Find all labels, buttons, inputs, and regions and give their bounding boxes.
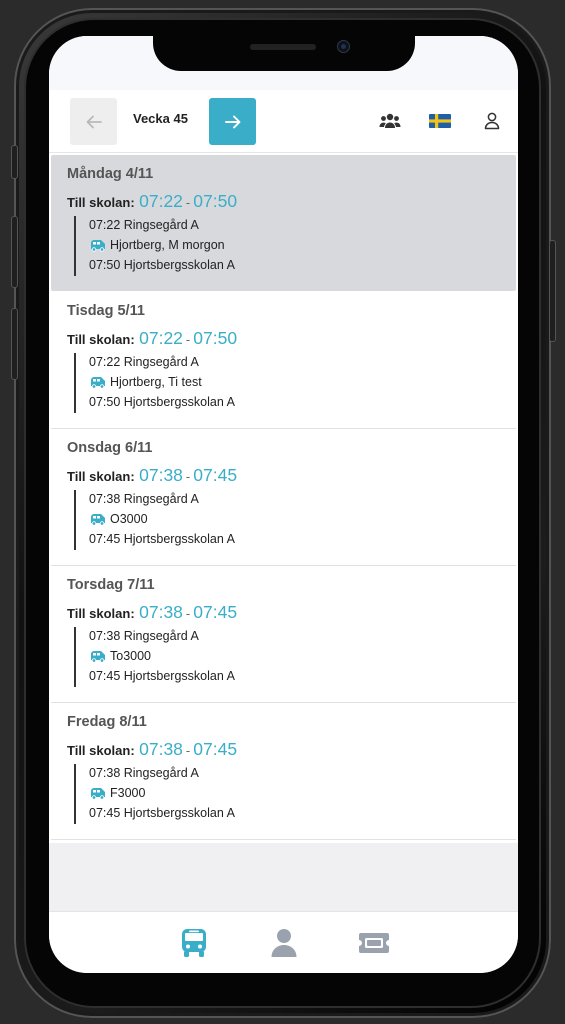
departure-stop: 07:22 Ringsegård A — [89, 355, 199, 369]
time-separator: - — [185, 606, 191, 621]
trip-list: Måndag 4/11 Till skolan: 07:22-07:50 07:22… — [49, 153, 518, 843]
week-header: Vecka 45 — [49, 90, 518, 153]
trip-end-time: 07:45 — [193, 602, 238, 622]
trip-start-time: 07:22 — [139, 191, 183, 211]
time-separator: - — [185, 743, 191, 758]
trip-end-time: 07:45 — [193, 739, 238, 759]
trip-direction-label: Till skolan: — [67, 195, 135, 210]
earpiece-speaker — [250, 44, 316, 50]
previous-week-button[interactable] — [70, 98, 117, 145]
day-card[interactable]: Tisdag 5/11 Till skolan: 07:22-07:50 07:22… — [51, 292, 516, 428]
day-title: Onsdag 6/11 — [67, 440, 153, 456]
mute-switch — [11, 145, 18, 179]
trip-summary: Till skolan: 07:22-07:50 — [67, 328, 237, 349]
route-timeline-line — [74, 216, 76, 276]
ticket-icon — [359, 933, 389, 953]
arrow-right-icon — [224, 115, 240, 128]
arrival-stop: 07:50 Hjortsbergsskolan A — [89, 395, 235, 409]
user-icon — [484, 112, 500, 130]
tab-tickets[interactable] — [357, 927, 391, 959]
trip-end-time: 07:50 — [193, 191, 238, 211]
trip-summary: Till skolan: 07:22-07:50 — [67, 191, 237, 212]
trip-end-time: 07:50 — [193, 328, 238, 348]
trip-direction-label: Till skolan: — [67, 743, 135, 758]
day-title: Måndag 4/11 — [67, 166, 154, 182]
day-divider — [51, 839, 516, 840]
week-label: Vecka 45 — [133, 111, 188, 126]
next-week-button[interactable] — [209, 98, 256, 145]
language-button[interactable] — [428, 110, 452, 132]
tab-bar — [49, 911, 518, 973]
arrival-stop: 07:45 Hjortsbergsskolan A — [89, 806, 235, 820]
route-timeline-line — [74, 490, 76, 550]
trip-start-time: 07:38 — [139, 739, 183, 759]
bus-small-icon — [91, 787, 105, 800]
bus-line-name: Hjortberg, M morgon — [110, 238, 225, 252]
bus-small-icon — [91, 376, 105, 389]
trip-start-time: 07:38 — [139, 602, 183, 622]
bus-line: Hjortberg, M morgon — [89, 238, 225, 252]
trip-summary: Till skolan: 07:38-07:45 — [67, 602, 237, 623]
bus-small-icon — [91, 650, 105, 663]
route-timeline-line — [74, 764, 76, 824]
profile-button[interactable] — [480, 110, 504, 132]
tab-trips[interactable] — [177, 927, 211, 959]
departure-stop: 07:38 Ringsegård A — [89, 766, 199, 780]
day-title: Torsdag 7/11 — [67, 577, 155, 593]
trip-start-time: 07:38 — [139, 465, 183, 485]
volume-down-button — [11, 308, 18, 380]
day-card[interactable]: Torsdag 7/11 Till skolan: 07:38-07:45 07:3… — [51, 566, 516, 702]
bus-line: O3000 — [89, 512, 148, 526]
departure-stop: 07:38 Ringsegård A — [89, 629, 199, 643]
day-card[interactable]: Fredag 8/11 Till skolan: 07:38-07:45 07:38… — [51, 703, 516, 839]
list-bottom-area — [49, 843, 518, 911]
bus-line-name: O3000 — [110, 512, 148, 526]
trip-summary: Till skolan: 07:38-07:45 — [67, 739, 237, 760]
day-card[interactable]: Onsdag 6/11 Till skolan: 07:38-07:45 07:38… — [51, 429, 516, 565]
arrival-stop: 07:50 Hjortsbergsskolan A — [89, 258, 235, 272]
route-timeline-line — [74, 627, 76, 687]
trip-direction-label: Till skolan: — [67, 469, 135, 484]
bus-small-icon — [91, 513, 105, 526]
tab-profile[interactable] — [267, 927, 301, 959]
arrival-stop: 07:45 Hjortsbergsskolan A — [89, 669, 235, 683]
trip-summary: Till skolan: 07:38-07:45 — [67, 465, 237, 486]
departure-stop: 07:38 Ringsegård A — [89, 492, 199, 506]
day-title: Tisdag 5/11 — [67, 303, 145, 319]
bus-icon — [182, 929, 206, 957]
time-separator: - — [185, 469, 191, 484]
trip-direction-label: Till skolan: — [67, 606, 135, 621]
bus-line: F3000 — [89, 786, 145, 800]
swedish-flag-icon — [429, 114, 451, 128]
power-button — [549, 240, 556, 342]
day-title: Fredag 8/11 — [67, 714, 147, 730]
phone-notch — [153, 36, 415, 71]
group-button[interactable] — [378, 110, 402, 132]
volume-up-button — [11, 216, 18, 288]
route-timeline-line — [74, 353, 76, 413]
trip-direction-label: Till skolan: — [67, 332, 135, 347]
time-separator: - — [185, 332, 191, 347]
bus-line: Hjortberg, Ti test — [89, 375, 202, 389]
arrival-stop: 07:45 Hjortsbergsskolan A — [89, 532, 235, 546]
person-icon — [271, 929, 297, 957]
departure-stop: 07:22 Ringsegård A — [89, 218, 199, 232]
time-separator: - — [185, 195, 191, 210]
bus-line-name: Hjortberg, Ti test — [110, 375, 202, 389]
bus-line-name: F3000 — [110, 786, 146, 800]
trip-end-time: 07:45 — [193, 465, 238, 485]
users-icon — [379, 113, 401, 128]
bus-small-icon — [91, 239, 105, 252]
front-camera — [337, 40, 350, 53]
app-screen: Vecka 45 Måndag 4/11 Till skolan: 07:22 … — [49, 36, 518, 973]
bus-line-name: To3000 — [110, 649, 152, 663]
trip-start-time: 07:22 — [139, 328, 183, 348]
arrow-left-icon — [86, 115, 102, 128]
bus-line: To3000 — [89, 649, 151, 663]
day-card[interactable]: Måndag 4/11 Till skolan: 07:22-07:50 07:22… — [51, 155, 516, 291]
